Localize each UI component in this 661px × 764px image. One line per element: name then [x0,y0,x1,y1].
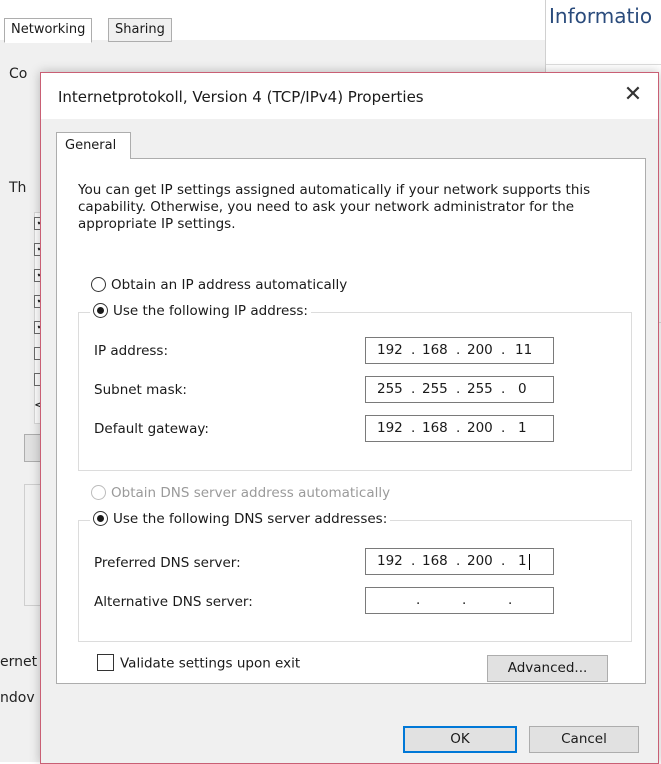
tcpipv4-properties-dialog: Internetprotokoll, Version 4 (TCP/IPv4) … [40,72,659,764]
preferred-dns-input[interactable]: 192. 168. 200. 1 [365,548,554,575]
ip-address-input[interactable]: 192. 168. 200. 11 [365,337,554,364]
obtain-dns-auto-label: Obtain DNS server address automatically [111,485,391,501]
background-windows-text: ndov [0,690,35,706]
radio-unselected-icon [91,276,106,292]
background-tabstrip: Networking Sharing [0,0,545,43]
background-this-connection-text: Th [9,180,27,196]
description-text: You can get IP settings assigned automat… [78,182,591,232]
obtain-ip-auto-radio[interactable]: Obtain an IP address automatically [91,276,348,293]
advanced-button[interactable]: Advanced... [487,655,608,682]
use-following-dns-radio[interactable]: Use the following DNS server addresses: [90,510,391,527]
alternate-dns-label: Alternative DNS server: [94,594,253,610]
use-following-dns-label: Use the following DNS server addresses: [113,511,388,527]
ok-button[interactable]: OK [403,726,517,753]
validate-settings-label: Validate settings upon exit [120,655,301,672]
default-gateway-input[interactable]: 192. 168. 200. 1 [365,415,554,442]
general-tab-panel: You can get IP settings assigned automat… [56,158,646,684]
obtain-ip-auto-label: Obtain an IP address automatically [111,277,348,293]
validate-settings-checkbox[interactable]: Validate settings upon exit [97,654,301,672]
text-cursor [529,554,530,570]
tab-general[interactable]: General [56,132,131,159]
preferred-dns-label: Preferred DNS server: [94,555,241,571]
use-following-ip-radio[interactable]: Use the following IP address: [90,302,311,319]
subnet-mask-label: Subnet mask: [94,382,187,398]
subnet-mask-input[interactable]: 255. 255. 255. 0 [365,376,554,403]
dialog-client-area: General You can get IP settings assigned… [41,119,658,763]
default-gateway-label: Default gateway: [94,421,209,437]
alternate-dns-input[interactable]: . . . [365,587,554,614]
close-icon[interactable]: ✕ [616,79,650,113]
obtain-dns-auto-radio[interactable]: Obtain DNS server address automatically [91,484,391,501]
cancel-button[interactable]: Cancel [529,726,639,753]
dialog-title: Internetprotokoll, Version 4 (TCP/IPv4) … [58,88,424,106]
ip-address-label: IP address: [94,343,168,359]
background-connect-text: Co [9,66,28,82]
use-following-ip-label: Use the following IP address: [113,303,308,319]
tab-networking[interactable]: Networking [4,18,93,43]
radio-selected-icon [93,302,108,318]
checkbox-unchecked-icon [97,654,114,671]
background-ethernet-text: ernet [0,654,38,670]
tab-sharing[interactable]: Sharing [108,18,172,42]
radio-selected-icon [93,510,108,526]
dns-server-group [78,520,632,642]
radio-disabled-icon [91,484,106,500]
background-information-heading: Informatio [549,4,653,28]
background-divider [546,64,661,65]
title-bar[interactable]: Internetprotokoll, Version 4 (TCP/IPv4) … [41,73,658,119]
